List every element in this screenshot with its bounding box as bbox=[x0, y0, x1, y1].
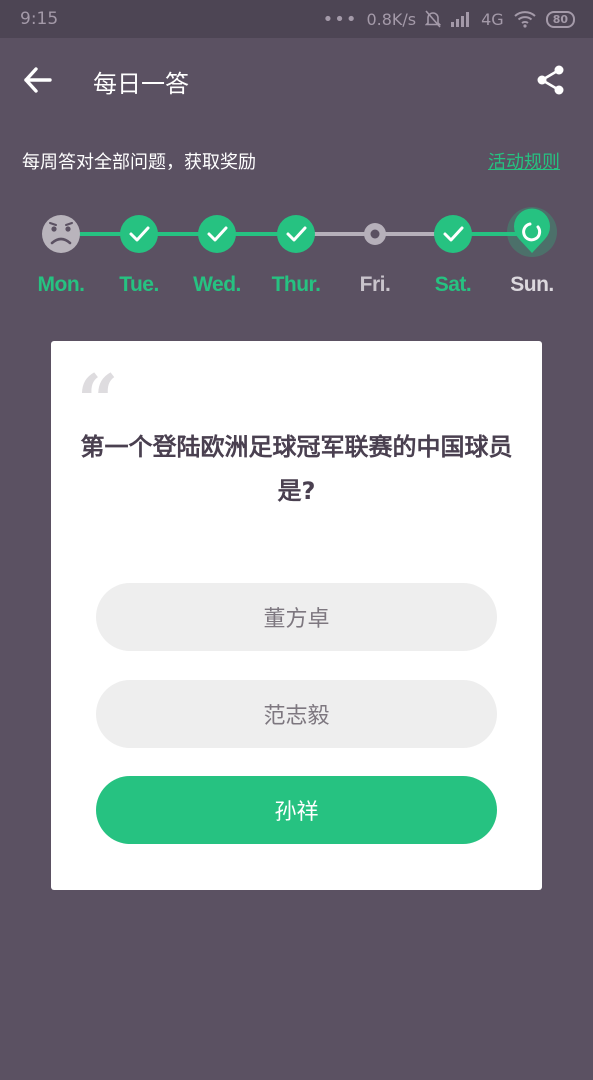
network-type: 4G bbox=[481, 9, 504, 29]
question-card: “ 第一个登陆欧洲足球冠军联赛的中国球员是? 董方卓 范志毅 孙祥 bbox=[51, 341, 542, 890]
day-label-wed: Wed. bbox=[193, 273, 241, 296]
day-label-sat: Sat. bbox=[434, 273, 472, 296]
app-bar: 每日一答 bbox=[0, 38, 593, 122]
rules-link[interactable]: 活动规则 bbox=[488, 148, 560, 174]
back-arrow-icon[interactable] bbox=[22, 64, 54, 96]
check-icon bbox=[120, 215, 158, 253]
question-text: 第一个登陆欧洲足球冠军联赛的中国球员是? bbox=[80, 433, 513, 505]
location-pin-icon bbox=[507, 207, 557, 257]
week-track bbox=[42, 207, 557, 257]
day-labels: Mon. Tue. Wed. Thur. Fri. Sat. Sun. bbox=[0, 273, 593, 303]
status-indicators: ••• 0.8K/s 4G 80 bbox=[323, 9, 575, 30]
day-label-tue: Tue. bbox=[119, 273, 159, 296]
check-icon bbox=[277, 215, 315, 253]
answer-option[interactable]: 范志毅 bbox=[96, 680, 497, 748]
check-icon bbox=[434, 215, 472, 253]
day-label-thur: Thur. bbox=[271, 273, 321, 296]
week-progress: Mon. Tue. Wed. Thur. Fri. Sat. Sun. bbox=[0, 205, 593, 305]
answer-option-selected[interactable]: 孙祥 bbox=[96, 776, 497, 844]
answer-option[interactable]: 董方卓 bbox=[96, 583, 497, 651]
sad-face-icon bbox=[42, 215, 80, 253]
share-icon[interactable] bbox=[536, 64, 566, 96]
battery-icon: 80 bbox=[545, 10, 575, 28]
wifi-icon bbox=[514, 11, 536, 28]
page-title: 每日一答 bbox=[93, 70, 189, 98]
day-label-sun: Sun. bbox=[510, 273, 554, 296]
notification-dots-icon: ••• bbox=[322, 8, 358, 30]
bell-muted-icon bbox=[425, 10, 442, 28]
day-label-fri: Fri. bbox=[359, 273, 391, 296]
pending-dot-icon bbox=[364, 223, 386, 245]
network-speed: 0.8K/s bbox=[366, 9, 417, 29]
status-time: 9:15 bbox=[20, 9, 59, 29]
day-label-mon: Mon. bbox=[37, 273, 85, 296]
status-bar: 9:15 ••• 0.8K/s 4G 80 bbox=[0, 0, 593, 38]
check-icon bbox=[198, 215, 236, 253]
signal-icon bbox=[451, 12, 470, 27]
reward-hint: 每周答对全部问题，获取奖励 bbox=[22, 152, 256, 173]
